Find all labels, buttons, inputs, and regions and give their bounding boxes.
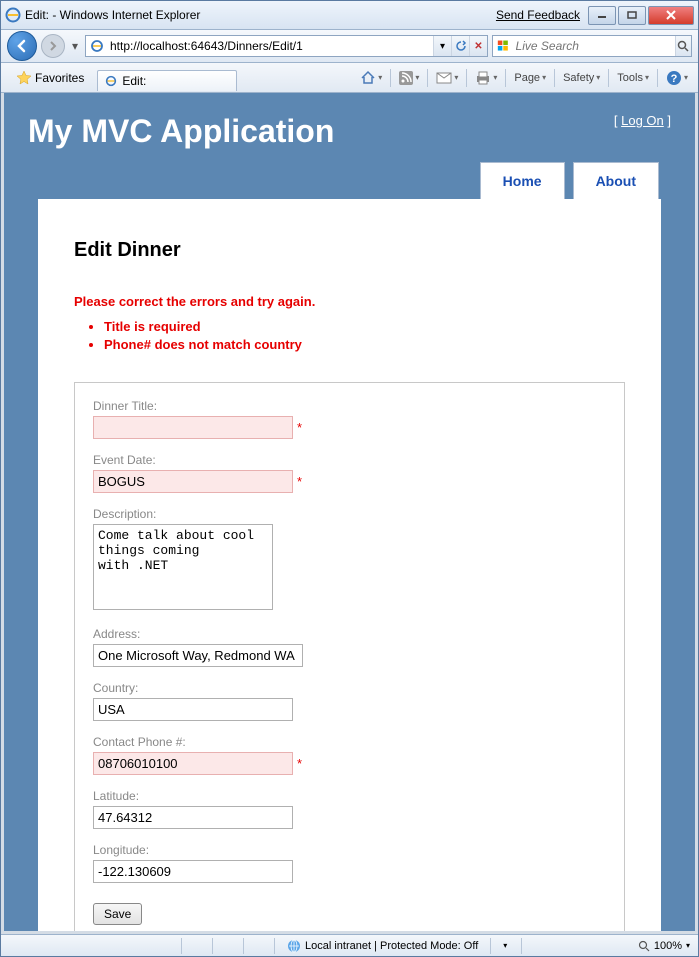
addr-input[interactable]	[93, 644, 303, 667]
forward-button	[41, 34, 65, 58]
window-title: Edit: - Windows Internet Explorer	[25, 8, 496, 22]
ie-icon	[5, 7, 21, 23]
desc-textarea[interactable]: Come talk about cool things coming with …	[93, 524, 273, 610]
error-item: Phone# does not match country	[104, 337, 625, 352]
title-label: Dinner Title:	[93, 399, 606, 413]
logon-link[interactable]: Log On	[621, 113, 664, 128]
nav-about[interactable]: About	[573, 162, 659, 199]
help-button[interactable]: ?▾	[662, 68, 692, 88]
tab-page-icon	[104, 74, 118, 88]
required-marker: *	[297, 756, 302, 771]
svg-text:?: ?	[671, 73, 678, 85]
intranet-icon	[287, 939, 301, 953]
error-item: Title is required	[104, 319, 625, 334]
stop-button[interactable]: ✕	[469, 36, 487, 56]
country-label: Country:	[93, 681, 606, 695]
minimize-button[interactable]	[588, 6, 616, 25]
back-button[interactable]	[7, 31, 37, 61]
favorites-button[interactable]: Favorites	[7, 67, 93, 89]
tab-title: Edit:	[122, 74, 146, 88]
phone-label: Contact Phone #:	[93, 735, 606, 749]
status-bar: Local intranet | Protected Mode: Off ▾ 1…	[1, 934, 698, 956]
favorites-label: Favorites	[35, 71, 84, 85]
lon-label: Longitude:	[93, 843, 606, 857]
country-input[interactable]	[93, 698, 293, 721]
required-marker: *	[297, 474, 302, 489]
refresh-button[interactable]	[451, 36, 469, 56]
tools-menu[interactable]: Tools▾	[613, 70, 653, 86]
app-title: My MVC Application	[28, 113, 334, 150]
search-button[interactable]	[675, 36, 691, 56]
page-icon	[89, 38, 105, 54]
save-button[interactable]: Save	[93, 903, 142, 925]
address-input[interactable]	[108, 39, 433, 53]
mail-button[interactable]: ▾	[432, 70, 462, 86]
lat-input[interactable]	[93, 806, 293, 829]
logon-area: [ Log On ]	[614, 113, 671, 128]
form-fieldset: Dinner Title: * Event Date: * Descriptio…	[74, 382, 625, 934]
date-label: Event Date:	[93, 453, 606, 467]
lon-input[interactable]	[93, 860, 293, 883]
star-icon	[16, 70, 32, 86]
addr-label: Address:	[93, 627, 606, 641]
error-list: Title is required Phone# does not match …	[104, 319, 625, 352]
feed-button[interactable]: ▾	[395, 69, 423, 87]
validation-summary: Please correct the errors and try again.	[74, 294, 625, 309]
print-button[interactable]: ▾	[471, 69, 501, 87]
phone-input[interactable]	[93, 752, 293, 775]
date-input[interactable]	[93, 470, 293, 493]
browser-tab[interactable]: Edit:	[97, 70, 237, 91]
ie-toolbar: Favorites Edit: ▾ ▾ ▾ ▾ Page▾ Safety▾ To…	[1, 63, 698, 93]
zoom-control[interactable]: 100% ▾	[630, 940, 698, 952]
zoom-icon	[638, 940, 650, 952]
safety-menu[interactable]: Safety▾	[559, 70, 604, 86]
required-marker: *	[297, 420, 302, 435]
page-viewport: My MVC Application [ Log On ] Home About…	[1, 93, 698, 934]
send-feedback-link[interactable]: Send Feedback	[496, 8, 580, 22]
close-button[interactable]	[648, 6, 694, 25]
search-input[interactable]	[514, 39, 675, 53]
bing-icon	[496, 38, 511, 54]
nav-home[interactable]: Home	[480, 162, 565, 199]
status-dropdown[interactable]: ▾	[491, 941, 521, 950]
page-heading: Edit Dinner	[74, 239, 625, 262]
window-titlebar: Edit: - Windows Internet Explorer Send F…	[1, 1, 698, 30]
navigation-bar: ▾ ▾ ✕	[1, 30, 698, 63]
security-zone: Local intranet | Protected Mode: Off	[275, 939, 490, 953]
home-button[interactable]: ▾	[356, 68, 386, 88]
title-input[interactable]	[93, 416, 293, 439]
page-menu[interactable]: Page▾	[510, 70, 550, 86]
content-panel: Edit Dinner Please correct the errors an…	[38, 199, 661, 934]
desc-label: Description:	[93, 507, 606, 521]
address-bar: ▾ ✕	[85, 35, 488, 57]
address-dropdown[interactable]: ▾	[433, 36, 451, 56]
search-bar	[492, 35, 692, 57]
lat-label: Latitude:	[93, 789, 606, 803]
maximize-button[interactable]	[618, 6, 646, 25]
history-dropdown[interactable]: ▾	[69, 39, 81, 53]
